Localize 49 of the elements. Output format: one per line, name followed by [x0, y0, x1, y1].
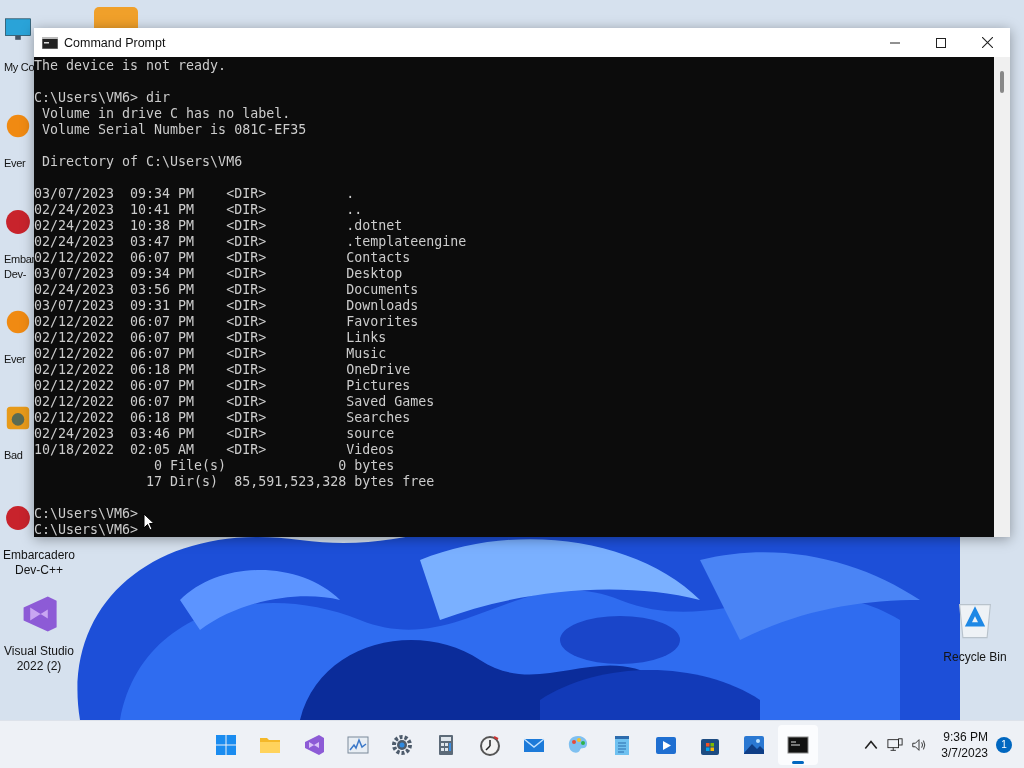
infinity-logo-icon — [302, 732, 326, 757]
icon-label: Bad — [4, 448, 23, 463]
console-line: Directory of C:\Users\VM6 — [41, 154, 243, 170]
console-line: 02/24/2023 03:46 PM <DIR> source — [34, 426, 395, 442]
icon-label: Embar Dev- — [4, 252, 35, 282]
icon-label: Ever — [4, 352, 26, 367]
scroll-thumb[interactable] — [1000, 71, 1004, 93]
terminal-icon — [42, 36, 58, 49]
icon-label: Visual Studio 2022 (2) — [4, 644, 74, 674]
console-line: 02/24/2023 10:38 PM <DIR> .dotnet — [34, 218, 403, 234]
scrollbar[interactable] — [994, 57, 1010, 537]
icon-label: My Co — [4, 61, 35, 75]
console-line: 02/12/2022 06:07 PM <DIR> Music — [34, 346, 387, 362]
console-line: The device is not ready. — [34, 58, 227, 74]
taskbar-button[interactable] — [778, 724, 818, 765]
console-line: C:\Users\VM6> — [34, 506, 139, 522]
console-line: C:\Users\VM6> dir — [34, 90, 171, 106]
console-line: Volume Serial Number is 081C-EF35 — [41, 122, 307, 138]
console-line: 02/12/2022 06:18 PM <DIR> Searches — [34, 410, 411, 426]
console-line: 03/07/2023 09:31 PM <DIR> Downloads — [34, 298, 419, 314]
console-line: 02/12/2022 06:07 PM <DIR> Favorites — [34, 314, 419, 330]
console-line: 02/12/2022 06:07 PM <DIR> Links — [34, 330, 387, 346]
console-line: 02/12/2022 06:18 PM <DIR> OneDrive — [34, 362, 411, 378]
notification-badge[interactable]: 1 — [996, 736, 1012, 753]
console-line: 0 File(s) 0 bytes — [153, 458, 395, 474]
close-icon — [981, 37, 993, 48]
console-line: 02/12/2022 06:07 PM <DIR> Contacts — [34, 250, 411, 266]
active-indicator — [792, 760, 804, 764]
maximize-icon — [936, 37, 946, 48]
mouse-pointer-icon — [143, 513, 155, 531]
console-line: 02/12/2022 06:07 PM <DIR> Pictures — [34, 378, 411, 394]
network-icon[interactable] — [887, 736, 904, 753]
clock-button[interactable]: 9:36 PM 3/7/2023 — [941, 728, 988, 761]
console-line: 03/07/2023 09:34 PM <DIR> Desktop — [34, 266, 403, 282]
console-line: 03/07/2023 09:34 PM <DIR> . — [34, 186, 355, 202]
windows-logo-icon — [214, 732, 238, 757]
console-line: Volume in drive C has no label. — [41, 106, 291, 122]
console-line: 02/12/2022 06:07 PM <DIR> Saved Games — [34, 394, 435, 410]
console-line: 02/24/2023 03:47 PM <DIR> .templateengine — [34, 234, 467, 250]
icon-label: Embarcadero Dev-C++ — [2, 548, 75, 578]
gear-icon — [390, 732, 414, 757]
console-line: 10/18/2022 02:05 AM <DIR> Videos — [34, 442, 395, 458]
console-line: 02/24/2023 10:41 PM <DIR> .. — [34, 202, 363, 218]
console-line: 17 Dir(s) 85,591,523,328 bytes free — [145, 474, 435, 490]
console-line: 02/24/2023 03:56 PM <DIR> Documents — [34, 282, 419, 298]
console-line: C:\Users\VM6> — [34, 522, 139, 537]
speaker-icon[interactable] — [911, 736, 928, 753]
icon-label: Ever — [4, 156, 26, 171]
window-title: Command Prompt — [64, 35, 167, 50]
